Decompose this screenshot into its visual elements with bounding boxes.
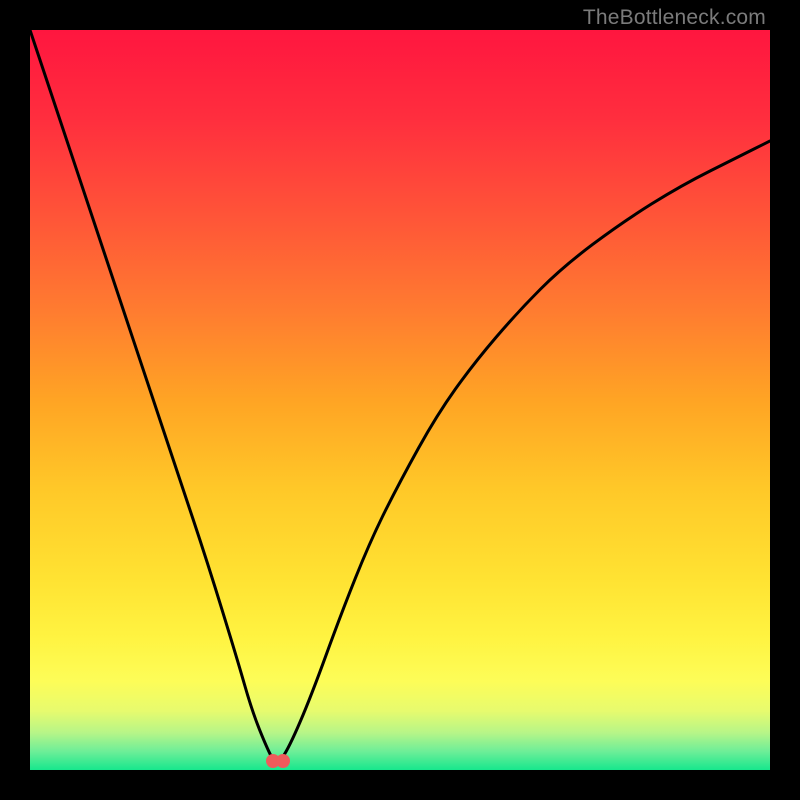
bottleneck-curve: [30, 30, 770, 770]
plot-area: [30, 30, 770, 770]
chart-frame: TheBottleneck.com: [0, 0, 800, 800]
watermark-text: TheBottleneck.com: [583, 6, 766, 30]
